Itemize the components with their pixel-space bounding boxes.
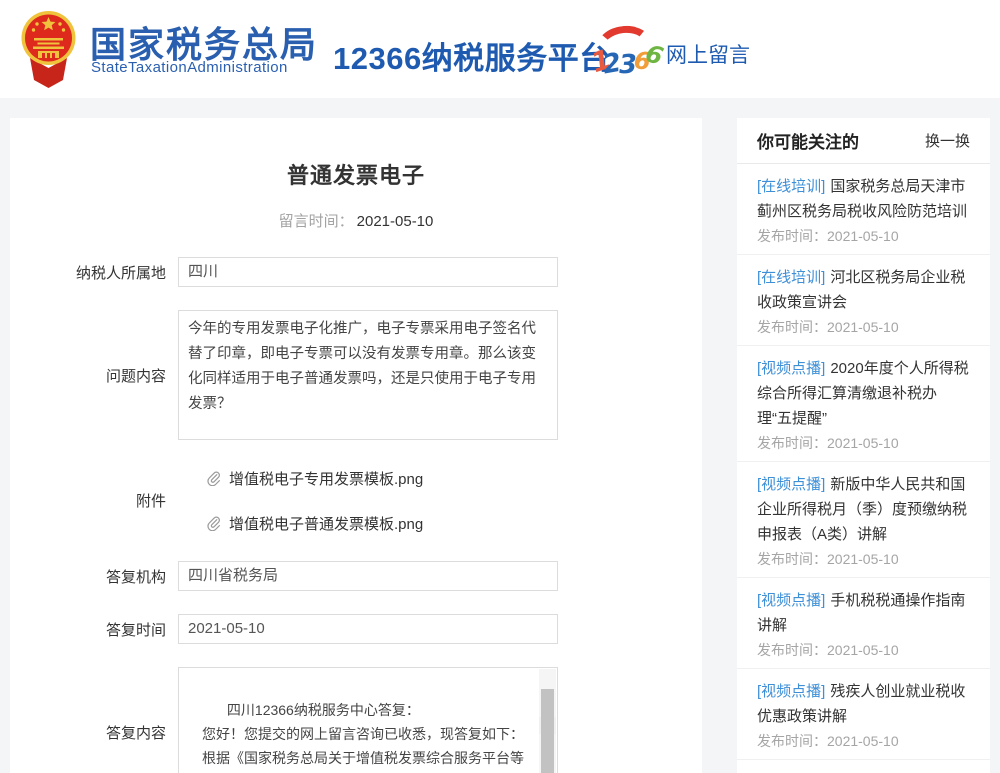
message-detail-card: 普通发票电子 留言时间：2021-05-10 纳税人所属地 四川 问题内容 今年…	[10, 118, 702, 773]
refresh-button[interactable]: 换一换	[925, 130, 970, 151]
paperclip-icon	[206, 470, 221, 486]
sidebar-item[interactable]: [视频点播]新版中华人民共和国企业所得税月（季）度预缴纳税申报表（A类）讲解 发…	[737, 462, 990, 578]
nav-online-message-link[interactable]: 网上留言	[666, 39, 750, 69]
item-date: 2021-05-10	[827, 319, 899, 335]
sidebar-title: 你可能关注的	[757, 128, 859, 153]
reply-content-label: 答复内容	[10, 722, 178, 743]
attachments-list: 增值税电子专用发票模板.png 增值税电子普通发票模板.png	[178, 463, 558, 538]
recommendations-sidebar: 你可能关注的 换一换 [在线培训]国家税务总局天津市蓟州区税务局税收风险防范培训…	[737, 118, 990, 773]
reply-content-text: 四川12366纳税服务中心答复： 您好！您提交的网上留言咨询已收悉，现答复如下：…	[188, 702, 528, 773]
region-label: 纳税人所属地	[10, 262, 178, 283]
item-tag: [在线培训]	[757, 269, 825, 286]
post-meta: 留言时间：2021-05-10	[10, 210, 702, 231]
attachments-label: 附件	[10, 490, 178, 511]
item-tag: [视频点播]	[757, 360, 825, 377]
site-header: 国家税务总局 StateTaxationAdministration 12366…	[0, 0, 1000, 98]
form-row-region: 纳税人所属地 四川	[10, 257, 702, 287]
page-background: 普通发票电子 留言时间：2021-05-10 纳税人所属地 四川 问题内容 今年…	[0, 98, 1000, 773]
item-tag: [在线培训]	[757, 178, 825, 195]
scrollbar-thumb[interactable]	[541, 689, 554, 773]
sidebar-item[interactable]: [视频点播]残疾人创业就业税收优惠政策讲解 发布时间：2021-05-10	[737, 669, 990, 760]
national-emblem-icon	[20, 8, 77, 92]
sidebar-item[interactable]: [在线培训]国家税务总局天津市蓟州区税务局税收风险防范培训 发布时间：2021-…	[737, 164, 990, 255]
sidebar-item[interactable]: [视频点播]2020年度个人所得税综合所得汇算清缴退补税办理“五提醒” 发布时间…	[737, 346, 990, 462]
form-row-reply-time: 答复时间 2021-05-10	[10, 614, 702, 644]
item-date-label: 发布时间：	[757, 642, 827, 658]
sidebar-item[interactable]: [视频点播]留抵抵欠税政策及办理方式讲解	[737, 760, 990, 773]
attachment-item[interactable]: 增值税电子专用发票模板.png	[178, 463, 558, 493]
org-name-en: StateTaxationAdministration	[91, 59, 288, 76]
item-tag: [视频点播]	[757, 683, 825, 700]
item-date: 2021-05-10	[827, 642, 899, 658]
message-form: 纳税人所属地 四川 问题内容 今年的专用发票电子化推广，电子专票采用电子签名代替…	[10, 257, 702, 773]
item-tag: [视频点播]	[757, 592, 825, 609]
sidebar-item[interactable]: [视频点播]手机税税通操作指南讲解 发布时间：2021-05-10	[737, 578, 990, 669]
attachment-name: 增值税电子专用发票模板.png	[229, 468, 423, 489]
item-date: 2021-05-10	[827, 733, 899, 749]
reply-org-label: 答复机构	[10, 566, 178, 587]
item-date-label: 发布时间：	[757, 319, 827, 335]
hotline-12366-logo-icon: 1 2 3 6 6	[590, 24, 662, 86]
form-row-attachments: 附件 增值税电子专用发票模板.png 增值税电子普通发票模板.png	[10, 463, 702, 538]
sidebar-header: 你可能关注的 换一换	[737, 118, 990, 164]
attachment-name: 增值税电子普通发票模板.png	[229, 513, 423, 534]
paperclip-icon	[206, 515, 221, 531]
scrollbar[interactable]	[539, 669, 556, 773]
reply-content-textarea[interactable]: 四川12366纳税服务中心答复： 您好！您提交的网上留言咨询已收悉，现答复如下：…	[178, 667, 558, 773]
post-time-value: 2021-05-10	[357, 213, 434, 230]
platform-title: 12366纳税服务平台	[333, 33, 611, 78]
sidebar-item[interactable]: [在线培训]河北区税务局企业税收政策宣讲会 发布时间：2021-05-10	[737, 255, 990, 346]
item-date-label: 发布时间：	[757, 435, 827, 451]
form-row-question: 问题内容 今年的专用发票电子化推广，电子专票采用电子签名代替了印章，即电子专票可…	[10, 310, 702, 440]
question-textarea[interactable]: 今年的专用发票电子化推广，电子专票采用电子签名代替了印章，即电子专票可以没有发票…	[178, 310, 558, 440]
form-row-reply-content: 答复内容 四川12366纳税服务中心答复： 您好！您提交的网上留言咨询已收悉，现…	[10, 667, 702, 773]
reply-org-input[interactable]: 四川省税务局	[178, 561, 558, 591]
attachment-item[interactable]: 增值税电子普通发票模板.png	[178, 508, 558, 538]
item-date: 2021-05-10	[827, 435, 899, 451]
item-date: 2021-05-10	[827, 228, 899, 244]
region-input[interactable]: 四川	[178, 257, 558, 287]
post-time-label: 留言时间：	[279, 213, 354, 230]
post-title: 普通发票电子	[10, 118, 702, 190]
item-date-label: 发布时间：	[757, 551, 827, 567]
form-row-reply-org: 答复机构 四川省税务局	[10, 561, 702, 591]
reply-time-label: 答复时间	[10, 619, 178, 640]
item-tag: [视频点播]	[757, 476, 825, 493]
question-label: 问题内容	[10, 365, 178, 386]
item-date: 2021-05-10	[827, 551, 899, 567]
reply-time-input[interactable]: 2021-05-10	[178, 614, 558, 644]
item-date-label: 发布时间：	[757, 733, 827, 749]
item-date-label: 发布时间：	[757, 228, 827, 244]
